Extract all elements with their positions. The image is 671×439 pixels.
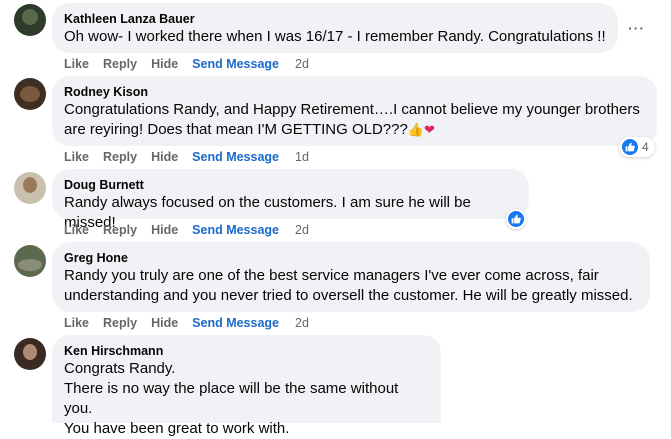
reaction-badge[interactable] [506, 209, 526, 229]
hide-button[interactable]: Hide [151, 316, 178, 330]
send-message-button[interactable]: Send Message [192, 150, 279, 164]
comment-bubble: Ken Hirschmann Congrats Randy. There is n… [52, 335, 441, 437]
send-message-button[interactable]: Send Message [192, 223, 279, 237]
comment-author[interactable]: Doug Burnett [64, 177, 517, 193]
hide-button[interactable]: Hide [151, 223, 178, 237]
more-options-icon[interactable]: ··· [628, 20, 645, 36]
comment-bubble: Rodney Kison Congratulations Randy, and … [52, 76, 657, 146]
send-message-button[interactable]: Send Message [192, 57, 279, 71]
comment-actions: Like Reply Hide Send Message 1d [64, 149, 323, 165]
hide-button[interactable]: Hide [151, 150, 178, 164]
thumbs-up-emoji: 👍 [407, 123, 425, 138]
comment-author[interactable]: Ken Hirschmann [64, 343, 429, 359]
like-button[interactable]: Like [64, 316, 89, 330]
reply-button[interactable]: Reply [103, 316, 137, 330]
comment-timestamp[interactable]: 2d [295, 223, 309, 237]
comment-timestamp[interactable]: 2d [295, 57, 309, 71]
comment-actions: Like Reply Hide Send Message 2d [64, 222, 323, 238]
comment-timestamp[interactable]: 2d [295, 316, 309, 330]
reply-button[interactable]: Reply [103, 223, 137, 237]
comment-timestamp[interactable]: 1d [295, 150, 309, 164]
like-button[interactable]: Like [64, 57, 89, 71]
like-button[interactable]: Like [64, 150, 89, 164]
reply-button[interactable]: Reply [103, 150, 137, 164]
avatar[interactable] [14, 4, 46, 36]
comment-text: Congratulations Randy, and Happy Retirem… [64, 101, 640, 138]
comment-bubble: Kathleen Lanza Bauer Oh wow- I worked th… [52, 3, 618, 53]
comment-text: Randy you truly are one of the best serv… [64, 267, 633, 304]
comment-text: Congrats Randy. There is no way the place… [64, 360, 399, 437]
comment-actions: Like Reply Hide Send Message 2d [64, 315, 323, 331]
like-button[interactable]: Like [64, 223, 89, 237]
reply-button[interactable]: Reply [103, 57, 137, 71]
avatar[interactable] [14, 172, 46, 204]
like-reaction-icon [622, 139, 638, 155]
reaction-count: 4 [642, 140, 649, 154]
like-reaction-icon [508, 211, 524, 227]
reaction-badge[interactable]: 4 [619, 137, 655, 157]
comment-author[interactable]: Greg Hone [64, 250, 638, 266]
comment-bubble: Doug Burnett Randy always focused on the… [52, 169, 529, 231]
avatar[interactable] [14, 245, 46, 277]
avatar[interactable] [14, 78, 46, 110]
comment-author[interactable]: Rodney Kison [64, 84, 645, 100]
comment-bubble: Greg Hone Randy you truly are one of the… [52, 242, 650, 312]
avatar[interactable] [14, 338, 46, 370]
hide-button[interactable]: Hide [151, 57, 178, 71]
send-message-button[interactable]: Send Message [192, 316, 279, 330]
heart-emoji: ❤ [424, 123, 435, 138]
comment-actions: Like Reply Hide Send Message 2d [64, 56, 323, 72]
comment-author[interactable]: Kathleen Lanza Bauer [64, 11, 606, 27]
comment-text: Oh wow- I worked there when I was 16/17 … [64, 28, 606, 45]
